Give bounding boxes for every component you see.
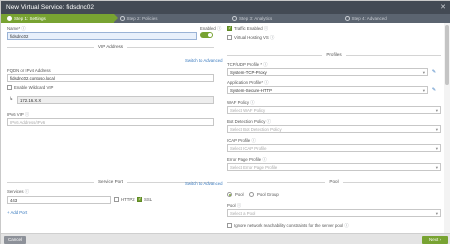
chevron-right-icon: › [439,237,442,242]
info-icon: ⓘ [266,119,271,124]
ssl-label: SSL [144,197,153,202]
info-icon: ⓘ [344,223,349,228]
enabled-toggle[interactable] [200,32,213,38]
vip-address-section-title: VIP Address [7,44,214,50]
info-icon: ⓘ [263,62,268,67]
ignore-reachability-label: Ignore network reachability constraints … [234,223,349,228]
arrow-icon: ↳ [9,96,14,102]
waf-policy-select[interactable]: Select WAF Policy [227,106,441,114]
pool-radio[interactable] [227,192,232,197]
services-port-field[interactable]: 443 [7,196,111,204]
services-label: Services ⓘ [7,189,29,194]
pool-section-title: Pool [227,179,441,185]
pool-group-radio[interactable] [249,192,254,197]
info-icon: ⓘ [21,26,26,31]
traffic-enabled-label: Traffic Enabled ⓘ [234,26,269,31]
info-icon: ⓘ [251,138,256,143]
step-indicator-icon [7,16,12,21]
virtual-hosting-label: Virtual Hosting VS ⓘ [234,35,275,40]
virtual-hosting-checkbox[interactable] [227,35,232,40]
step-indicator-icon [344,16,350,21]
info-icon: ⓘ [24,112,30,117]
next-button-label: Next [428,237,439,242]
step-indicator-icon [119,16,125,21]
resolved-ip-field: 172.16.X.X [17,96,214,104]
step-label: Step 4: Advanced [351,16,387,21]
info-icon: ⓘ [262,157,267,162]
dialog-title: New Virtual Service: fidsdnc02 [6,4,95,11]
dialog-footer: Cancel Next › [1,233,450,244]
info-icon: ⓘ [270,35,275,40]
wildcard-vip-checkbox[interactable] [7,85,12,90]
info-icon: ⓘ [24,189,29,194]
vertical-scrollbar[interactable] [444,23,450,233]
info-icon: ⓘ [250,100,255,105]
close-icon[interactable]: ✕ [440,1,446,14]
http2-label: HTTP2 [121,197,135,202]
step-label: Step 3: Analytics [239,16,273,21]
tab-step-3-analytics[interactable]: Step 3: Analytics [226,14,339,23]
fqdn-label: FQDN or IPv4 Address [7,68,51,73]
ssl-checkbox[interactable] [137,196,142,202]
pool-radio-label: Pool [235,192,244,197]
info-icon: ⓘ [264,80,269,85]
icap-profile-select[interactable]: Select ICAP Profile [227,144,441,152]
pool-group-radio-label: Pool Group [257,192,279,197]
switch-to-advanced-link[interactable]: Switch to Advanced [185,58,223,63]
step-indicator-icon [232,16,237,21]
ignore-reachability-checkbox[interactable] [227,223,232,228]
cancel-button[interactable]: Cancel [4,236,26,244]
add-port-link[interactable]: + Add Port [7,210,27,215]
tab-step-2-policies[interactable]: Step 2: Policies [114,14,227,23]
step-label: Step 1: Settings [14,16,46,21]
next-button[interactable]: Next › [422,236,448,244]
info-icon: ⓘ [263,26,269,31]
pool-select[interactable]: Select a Pool [227,209,441,217]
http2-checkbox[interactable] [114,197,119,202]
traffic-enabled-checkbox[interactable] [227,25,232,31]
tab-step-4-advanced[interactable]: Step 4: Advanced [339,14,450,23]
tab-step-1-settings[interactable]: Step 1: Settings [1,14,117,23]
wizard-steps: Step 1: Settings Step 2: Policies Step 3… [1,14,450,23]
step-label: Step 2: Policies [126,16,158,21]
name-field[interactable]: fidsdnc02 [7,32,197,40]
profiles-section-title: Profiles [227,52,441,58]
application-profile-select[interactable]: System-Secure-HTTP [227,86,428,94]
edit-tcp-profile-icon[interactable]: ✎ [430,68,438,76]
scrollbar-thumb[interactable] [445,25,449,85]
wildcard-vip-label: Enable Wildcard VIP [14,85,54,90]
new-virtual-service-dialog: New Virtual Service: fidsdnc02 ✕ Step 1:… [0,0,450,244]
bot-detection-policy-select[interactable]: Select Bot Detection Policy [227,125,441,133]
ipv6-field[interactable]: IPv6 Address/IPv6 [7,118,214,126]
fqdn-field[interactable]: fidsdnc02.contoso.local [7,74,214,82]
service-port-section-title: Service Port [7,179,214,185]
switch-to-advanced-link-ports[interactable]: Switch to Advanced [185,181,223,186]
tcp-udp-profile-select[interactable]: System-TCP-Proxy [227,68,428,76]
error-page-profile-select[interactable]: Select Error Page Profile [227,163,441,171]
info-icon: ⓘ [216,26,222,31]
info-icon: ⓘ [236,203,242,208]
dialog-titlebar: New Virtual Service: fidsdnc02 ✕ [1,1,450,14]
edit-application-profile-icon[interactable]: ✎ [430,86,438,94]
